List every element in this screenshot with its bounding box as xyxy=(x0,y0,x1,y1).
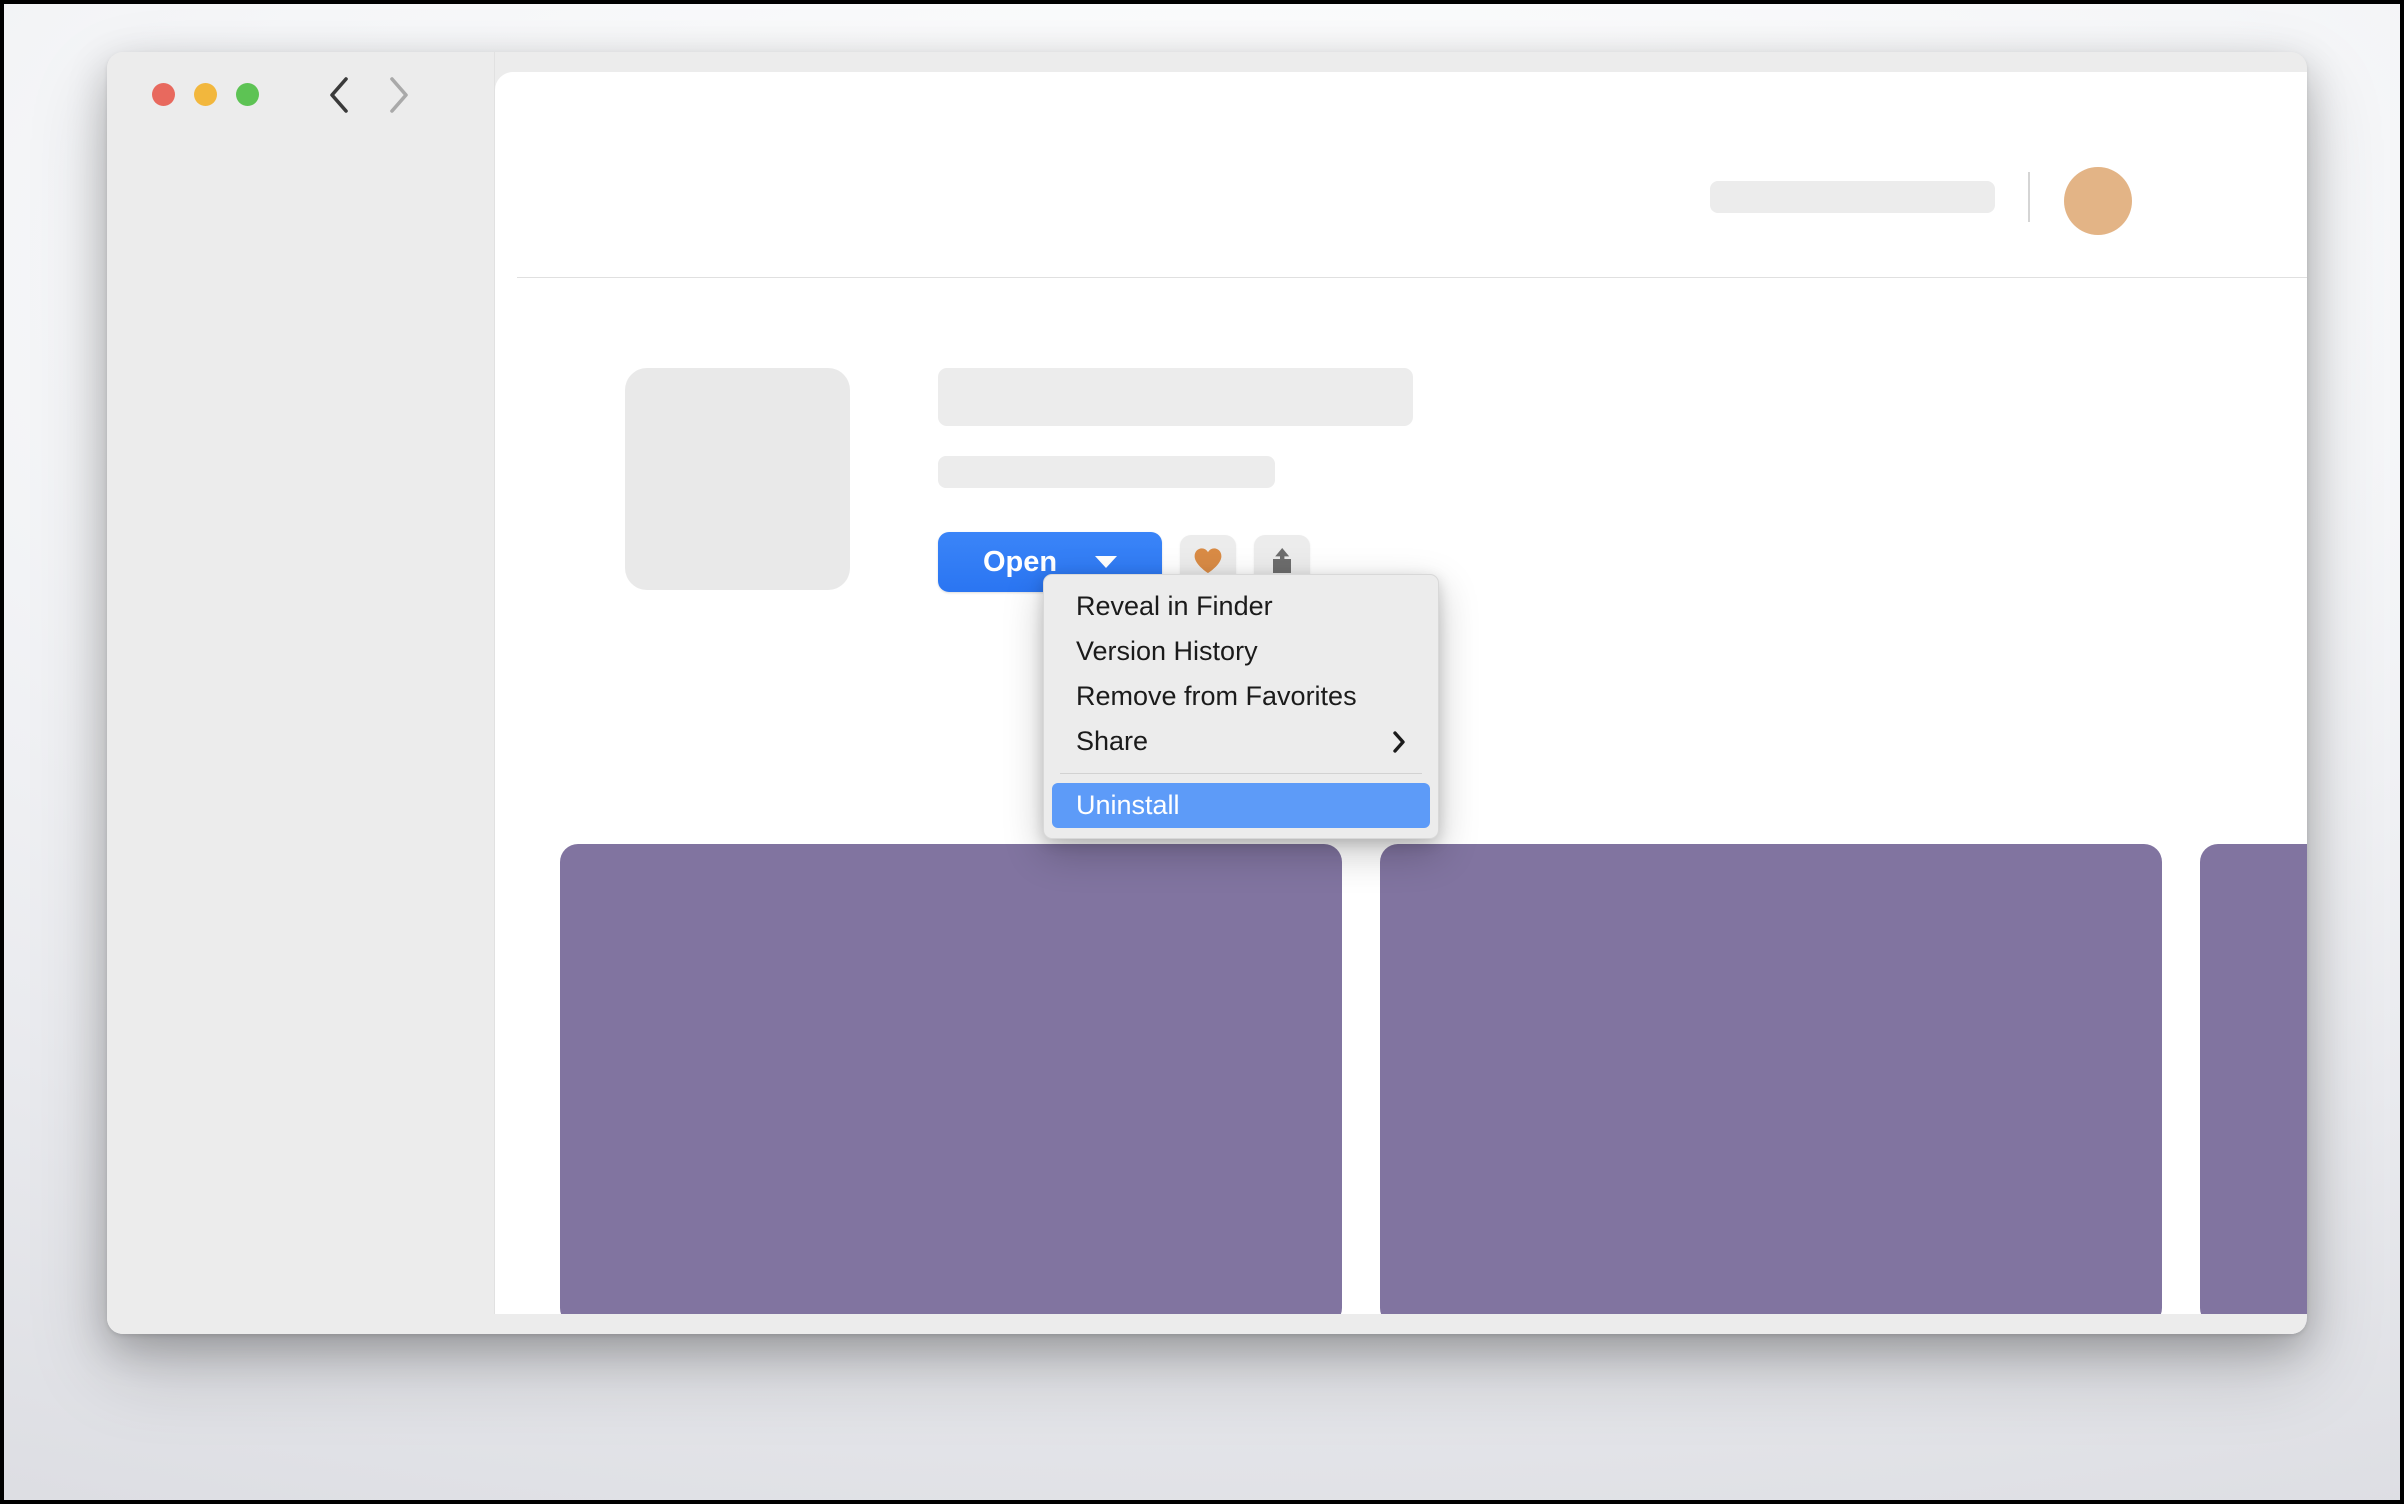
app-subtitle-placeholder xyxy=(938,456,1275,488)
minimize-button[interactable] xyxy=(194,83,217,106)
menu-item-label: Uninstall xyxy=(1076,790,1180,820)
search-input[interactable] xyxy=(1710,181,1995,213)
header-rule xyxy=(517,277,2307,278)
content-header xyxy=(495,72,2307,278)
screenshot-card[interactable] xyxy=(1380,844,2162,1326)
screenshot-gallery[interactable] xyxy=(495,844,2307,1334)
open-button-label: Open xyxy=(982,545,1058,578)
app-icon xyxy=(625,368,850,590)
screenshot-card[interactable] xyxy=(2200,844,2307,1326)
chevron-down-icon xyxy=(1095,556,1118,568)
menu-item-reveal-in-finder[interactable]: Reveal in Finder xyxy=(1052,584,1430,629)
menu-item-label: Share xyxy=(1076,726,1149,756)
menu-item-share[interactable]: Share xyxy=(1052,719,1430,764)
menu-separator xyxy=(1060,773,1422,774)
heart-icon xyxy=(1193,547,1223,578)
menu-item-remove-from-favorites[interactable]: Remove from Favorites xyxy=(1052,674,1430,719)
zoom-button[interactable] xyxy=(236,83,259,106)
menu-item-label: Version History xyxy=(1076,636,1258,666)
menu-item-label: Reveal in Finder xyxy=(1076,591,1273,621)
desktop-background: Open Reveal in Finder Version History Re… xyxy=(4,4,2400,1500)
sidebar xyxy=(107,52,495,1334)
screenshot-card[interactable] xyxy=(560,844,1342,1326)
traffic-lights xyxy=(152,83,259,106)
back-chevron-icon[interactable] xyxy=(322,74,356,116)
chevron-right-icon xyxy=(1390,729,1408,755)
app-title-placeholder xyxy=(938,368,1413,426)
window-bottom-chrome xyxy=(107,1314,2307,1334)
menu-item-label: Remove from Favorites xyxy=(1076,681,1357,711)
close-button[interactable] xyxy=(152,83,175,106)
open-dropdown-menu[interactable]: Reveal in Finder Version History Remove … xyxy=(1043,574,1439,839)
menu-item-version-history[interactable]: Version History xyxy=(1052,629,1430,674)
avatar[interactable] xyxy=(2064,167,2132,235)
navigation-arrows xyxy=(322,74,416,116)
forward-chevron-icon[interactable] xyxy=(382,74,416,116)
app-store-window: Open Reveal in Finder Version History Re… xyxy=(107,52,2307,1334)
menu-item-uninstall[interactable]: Uninstall xyxy=(1052,783,1430,828)
header-divider xyxy=(2028,172,2030,222)
